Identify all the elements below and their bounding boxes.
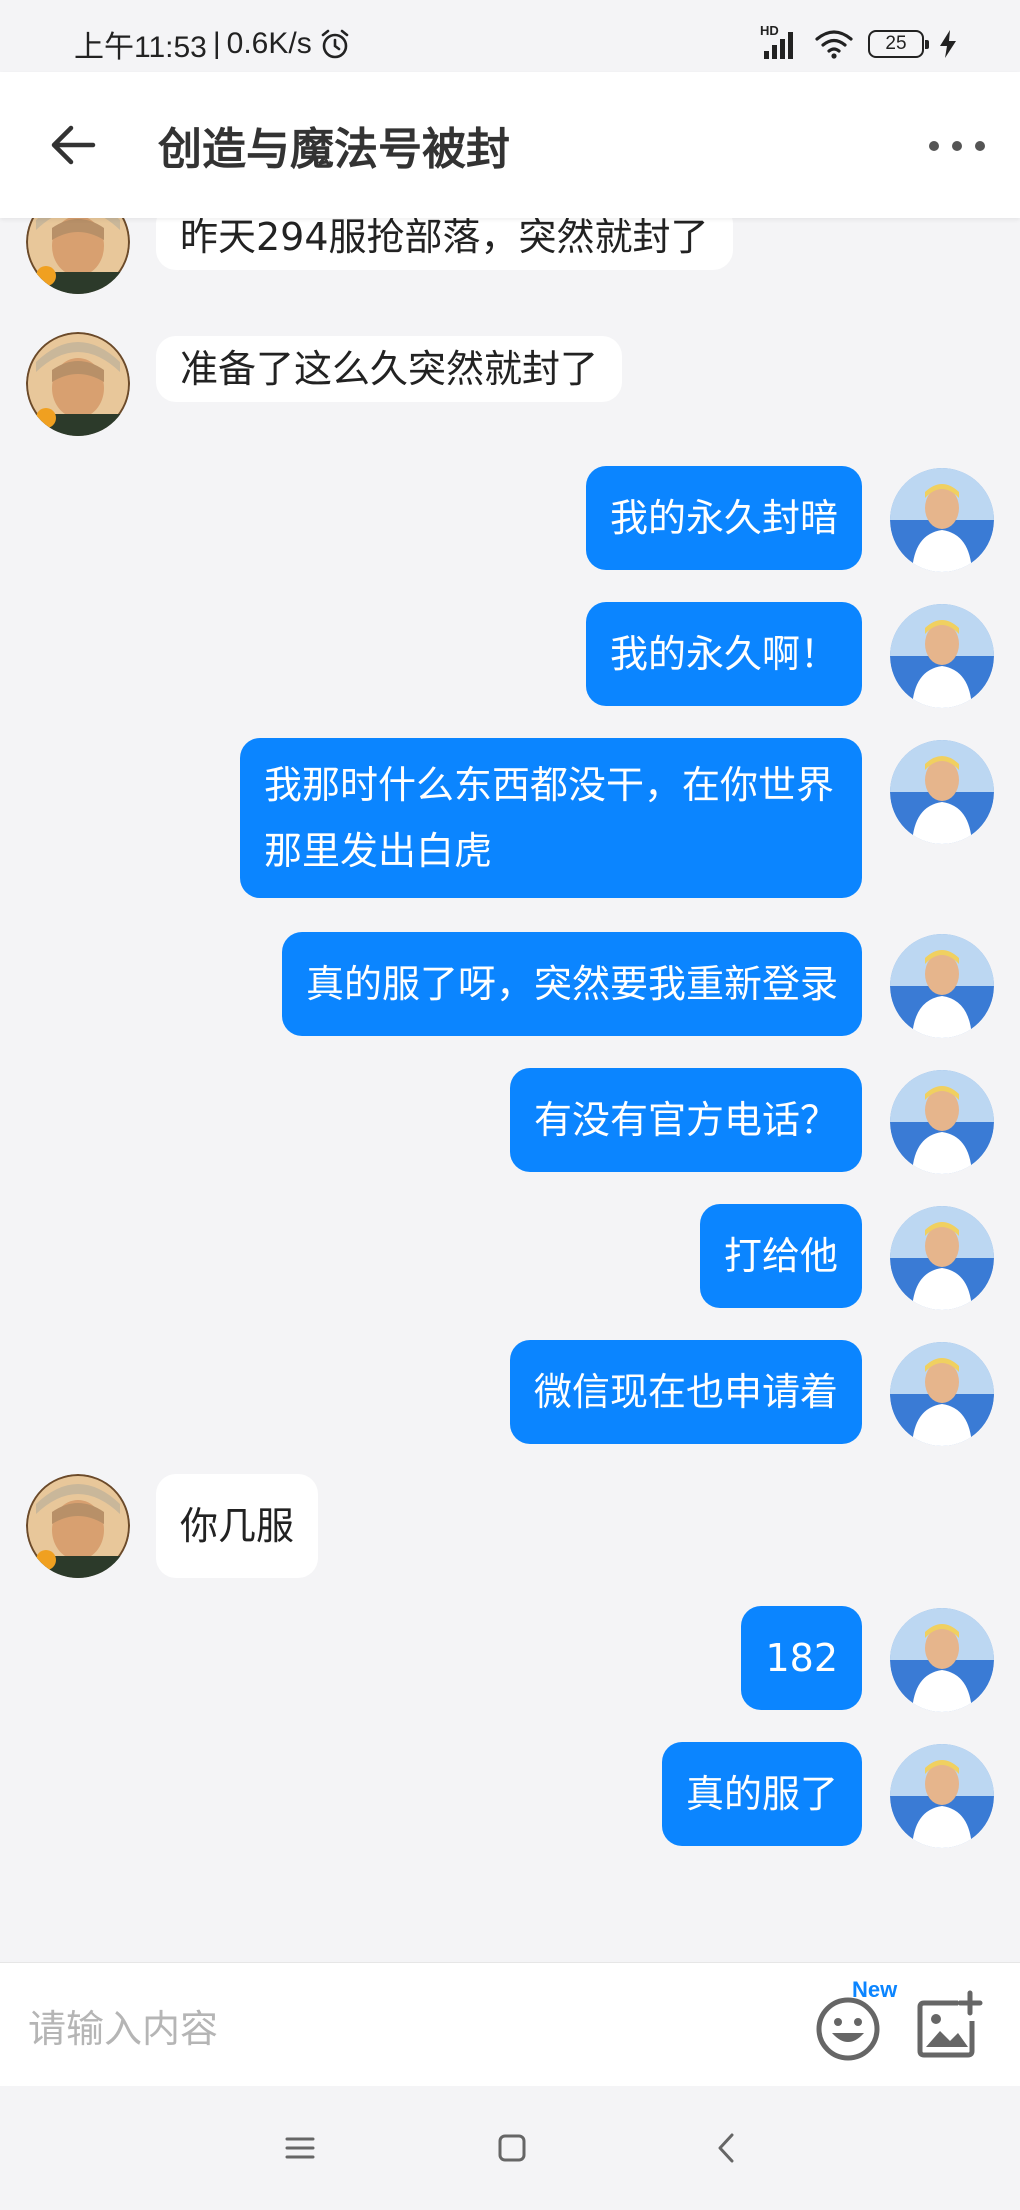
menu-button[interactable] <box>276 2124 324 2172</box>
status-right: HD 25 <box>760 22 958 66</box>
message-row: 你几服 <box>0 1474 1020 1584</box>
message-row: 有没有官方电话？ <box>0 1068 1020 1180</box>
more-dots-icon <box>927 140 987 152</box>
message-bubble[interactable]: 真的服了呀，突然要我重新登录 <box>281 932 862 1036</box>
avatar[interactable] <box>890 740 994 844</box>
message-bubble[interactable]: 昨天294服抢部落，突然就封了 <box>156 218 733 270</box>
avatar[interactable] <box>26 1474 130 1578</box>
signal-icon: HD <box>760 23 800 61</box>
avatar[interactable] <box>890 468 994 572</box>
signal-hd-label: HD <box>760 23 779 38</box>
avatar[interactable] <box>26 218 130 294</box>
menu-icon <box>285 2135 315 2161</box>
chat-header: 创造与魔法号被封 <box>0 72 1020 218</box>
alarm-icon <box>318 27 352 61</box>
message-row: 微信现在也申请着 <box>0 1340 1020 1452</box>
message-bubble[interactable]: 打给他 <box>699 1204 862 1308</box>
arrow-left-icon <box>49 123 97 167</box>
avatar[interactable] <box>890 604 994 708</box>
message-bubble[interactable]: 有没有官方电话？ <box>509 1068 862 1172</box>
system-nav-bar <box>0 2086 1020 2210</box>
message-bubble[interactable]: 微信现在也申请着 <box>509 1340 862 1444</box>
nav-back-button[interactable] <box>702 2124 750 2172</box>
page-title: 创造与魔法号被封 <box>158 124 510 175</box>
message-bubble[interactable]: 我的永久封暗 <box>585 466 862 570</box>
message-row: 昨天294服抢部落，突然就封了 <box>0 218 1020 300</box>
more-button[interactable] <box>922 116 992 176</box>
status-net-speed: 0.6K/s <box>226 27 312 60</box>
status-separator: | <box>212 27 221 60</box>
new-badge: New <box>852 1977 898 2002</box>
home-icon <box>497 2133 527 2163</box>
message-input[interactable]: 请输入内容 <box>28 1993 218 2057</box>
add-image-button[interactable] <box>914 1989 984 2061</box>
home-button[interactable] <box>488 2124 536 2172</box>
wifi-icon <box>814 28 854 60</box>
battery-level: 25 <box>885 33 907 54</box>
message-row: 准备了这么久突然就封了 <box>0 332 1020 442</box>
message-row: 我的永久啊！ <box>0 602 1020 714</box>
message-row: 真的服了 <box>0 1742 1020 1854</box>
charging-icon <box>938 29 958 59</box>
message-row: 182 <box>0 1606 1020 1718</box>
avatar[interactable] <box>890 1206 994 1310</box>
message-row: 打给他 <box>0 1204 1020 1316</box>
status-bar: 上午11:53 | 0.6K/s HD 25 <box>0 0 1020 72</box>
avatar[interactable] <box>26 332 130 436</box>
input-bar: 请输入内容 New <box>0 1962 1020 2086</box>
message-bubble[interactable]: 182 <box>741 1606 862 1710</box>
avatar[interactable] <box>890 1608 994 1712</box>
message-row: 我的永久封暗 <box>0 466 1020 578</box>
message-bubble[interactable]: 真的服了 <box>661 1742 862 1846</box>
message-list[interactable]: 昨天294服抢部落，突然就封了 准备了这么久突然就封了 我的永久封暗 我的永久啊… <box>0 218 1020 1962</box>
battery-icon: 25 <box>868 30 929 58</box>
status-left: 上午11:53 | 0.6K/s <box>74 24 352 64</box>
add-image-icon <box>914 1989 984 2061</box>
avatar[interactable] <box>890 1342 994 1446</box>
back-icon <box>714 2132 738 2164</box>
back-button[interactable] <box>40 112 106 178</box>
message-bubble[interactable]: 你几服 <box>156 1474 319 1578</box>
message-bubble[interactable]: 我那时什么东西都没干，在你世界那里发出白虎 <box>240 738 862 898</box>
message-row: 真的服了呀，突然要我重新登录 <box>0 932 1020 1044</box>
message-bubble[interactable]: 我的永久啊！ <box>585 602 862 706</box>
status-time: 上午11:53 <box>74 31 207 64</box>
message-row: 我那时什么东西都没干，在你世界那里发出白虎 <box>0 738 1020 906</box>
avatar[interactable] <box>890 1070 994 1174</box>
avatar[interactable] <box>890 1744 994 1848</box>
message-bubble[interactable]: 准备了这么久突然就封了 <box>156 336 623 402</box>
avatar[interactable] <box>890 934 994 1038</box>
